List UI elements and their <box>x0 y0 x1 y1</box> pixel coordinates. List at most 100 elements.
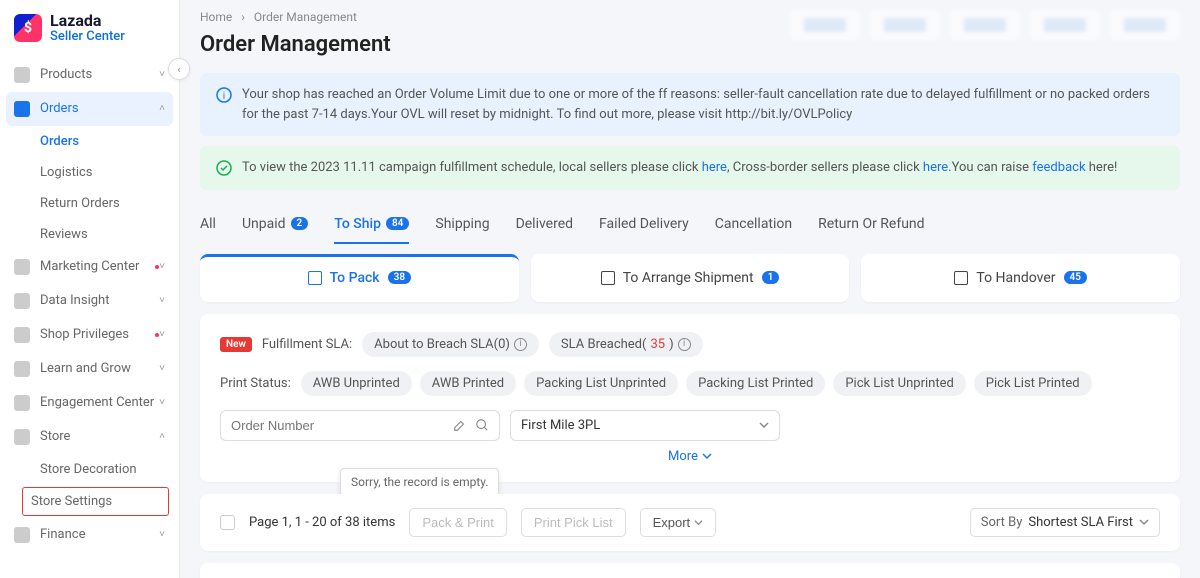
box-icon <box>954 271 968 285</box>
sidebar-item-store[interactable]: Store˄ <box>0 420 179 454</box>
sidebar-item-data-insight[interactable]: Data Insight˅ <box>0 284 179 318</box>
nav-icon <box>14 101 30 117</box>
info-icon[interactable]: i <box>514 338 527 351</box>
new-badge: New <box>220 337 252 352</box>
subtab-to-handover[interactable]: To Handover45 <box>861 254 1180 302</box>
subtab-badge: 38 <box>388 271 411 284</box>
page-title: Order Management <box>200 32 391 57</box>
breadcrumb-current[interactable]: Order Management <box>254 10 357 24</box>
tab-failed-delivery[interactable]: Failed Delivery <box>599 208 689 244</box>
chevron-up-icon: ˄ <box>159 103 165 114</box>
nav-icon <box>14 259 30 275</box>
sidebar-item-products[interactable]: Products˅ <box>0 58 179 92</box>
logo-line-2: Seller Center <box>50 30 125 44</box>
header-widget[interactable] <box>1030 10 1100 40</box>
pill-awb-unprinted[interactable]: AWB Unprinted <box>301 371 412 396</box>
order-number-field[interactable] <box>220 410 500 441</box>
header-widget[interactable] <box>870 10 940 40</box>
sidebar-subitem-store-settings[interactable]: Store Settings <box>22 487 169 516</box>
empty-record-tooltip: Sorry, the record is empty. <box>340 468 499 496</box>
search-icon[interactable] <box>475 418 489 432</box>
pack-print-button[interactable]: Pack & Print <box>409 508 507 537</box>
tab-return-or-refund[interactable]: Return Or Refund <box>818 208 924 244</box>
subtab-to-pack[interactable]: To Pack38 <box>200 254 519 302</box>
link-here-crossborder[interactable]: here <box>923 160 948 175</box>
info-icon[interactable]: i <box>678 338 691 351</box>
tab-badge: 84 <box>386 217 409 230</box>
order-number-input[interactable] <box>231 418 445 433</box>
sidebar-item-shop-privileges[interactable]: Shop Privileges˅ <box>0 318 179 352</box>
chevron-down-icon: ˅ <box>159 529 165 540</box>
export-button[interactable]: Export <box>640 508 717 537</box>
breadcrumb-home[interactable]: Home <box>200 10 232 24</box>
print-pick-list-button[interactable]: Print Pick List <box>521 508 626 537</box>
sidebar-subitem-return-orders[interactable]: Return Orders <box>0 188 179 219</box>
chevron-down-icon: ˅ <box>159 295 165 306</box>
sidebar-subitem-logistics[interactable]: Logistics <box>0 157 179 188</box>
svg-text:i: i <box>223 91 225 102</box>
sidebar-subitem-orders[interactable]: Orders <box>0 126 179 157</box>
sidebar-item-marketing-center[interactable]: Marketing Center˅ <box>0 250 179 284</box>
header-widget[interactable] <box>950 10 1020 40</box>
select-all-checkbox[interactable] <box>220 515 235 530</box>
edit-icon[interactable] <box>453 418 467 432</box>
tab-delivered[interactable]: Delivered <box>516 208 573 244</box>
chevron-down-icon: ˅ <box>159 397 165 408</box>
sla-label: Fulfillment SLA: <box>262 337 352 352</box>
logo[interactable]: Lazada Seller Center <box>0 0 179 58</box>
sidebar-item-engagement-center[interactable]: Engagement Center˅ <box>0 386 179 420</box>
tab-all[interactable]: All <box>200 208 216 244</box>
table-columns-header: Product Total Amount Delivery Status Act… <box>200 563 1180 578</box>
check-icon <box>216 160 232 176</box>
header-widget[interactable] <box>790 10 860 40</box>
pill-awb-printed[interactable]: AWB Printed <box>420 371 516 396</box>
pill-about-breach[interactable]: About to Breach SLA(0) i <box>362 332 539 357</box>
first-mile-select[interactable]: First Mile 3PL <box>510 410 780 441</box>
print-status-label: Print Status: <box>220 376 291 391</box>
chevron-down-icon <box>1139 517 1149 527</box>
subtab-badge: 1 <box>762 271 780 284</box>
logo-icon <box>14 14 42 42</box>
sidebar-subitem-reviews[interactable]: Reviews <box>0 219 179 250</box>
nav-icon <box>14 293 30 309</box>
alert-campaign: To view the 2023 11.11 campaign fulfillm… <box>200 146 1180 190</box>
chevron-down-icon <box>694 518 703 527</box>
chevron-down-icon <box>702 451 712 461</box>
order-tabs: All Unpaid2 To Ship84 Shipping Delivered Fail… <box>200 200 1180 244</box>
tab-to-ship[interactable]: To Ship84 <box>334 208 409 244</box>
sidebar: Lazada Seller Center ‹ Products˅Orders˄O… <box>0 0 180 578</box>
pill-pick-list-printed[interactable]: Pick List Printed <box>974 371 1092 396</box>
sidebar-item-orders[interactable]: Orders˄ <box>6 92 173 126</box>
tab-cancellation[interactable]: Cancellation <box>715 208 792 244</box>
nav-icon <box>14 395 30 411</box>
collapse-sidebar-button[interactable]: ‹ <box>168 58 190 80</box>
nav-icon <box>14 429 30 445</box>
tab-shipping[interactable]: Shipping <box>435 208 489 244</box>
link-here-local[interactable]: here <box>702 160 727 175</box>
pill-packing-list-unprinted[interactable]: Packing List Unprinted <box>524 371 678 396</box>
info-icon: i <box>216 87 232 103</box>
more-filters-toggle[interactable]: More <box>220 449 1160 464</box>
nav-icon <box>14 527 30 543</box>
sidebar-item-learn-and-grow[interactable]: Learn and Grow˅ <box>0 352 179 386</box>
sidebar-item-finance[interactable]: Finance˅ <box>0 518 179 552</box>
header-widget[interactable] <box>1110 10 1180 40</box>
box-icon <box>601 271 615 285</box>
sort-select[interactable]: Sort By Shortest SLA First <box>970 508 1160 537</box>
sidebar-subitem-store-decoration[interactable]: Store Decoration <box>0 454 179 485</box>
tab-unpaid[interactable]: Unpaid2 <box>242 208 308 244</box>
filter-panel: New Fulfillment SLA: About to Breach SLA… <box>200 314 1180 482</box>
main-content: Home › Order Management Order Management… <box>180 0 1200 578</box>
breadcrumb: Home › Order Management <box>200 10 391 24</box>
pill-pick-list-unprinted[interactable]: Pick List Unprinted <box>833 371 965 396</box>
subtab-badge: 45 <box>1064 271 1087 284</box>
subtab-to-arrange-shipment[interactable]: To Arrange Shipment1 <box>531 254 850 302</box>
link-feedback[interactable]: feedback <box>1032 160 1085 175</box>
pill-sla-breached[interactable]: SLA Breached(35) i <box>549 332 703 357</box>
chevron-down-icon: ˅ <box>159 261 165 272</box>
ship-subtabs: To Pack38To Arrange Shipment1To Handover… <box>200 254 1180 302</box>
logo-line-1: Lazada <box>50 12 125 30</box>
chevron-up-icon: ˄ <box>159 431 165 442</box>
pill-packing-list-printed[interactable]: Packing List Printed <box>686 371 825 396</box>
tab-badge: 2 <box>291 217 309 230</box>
